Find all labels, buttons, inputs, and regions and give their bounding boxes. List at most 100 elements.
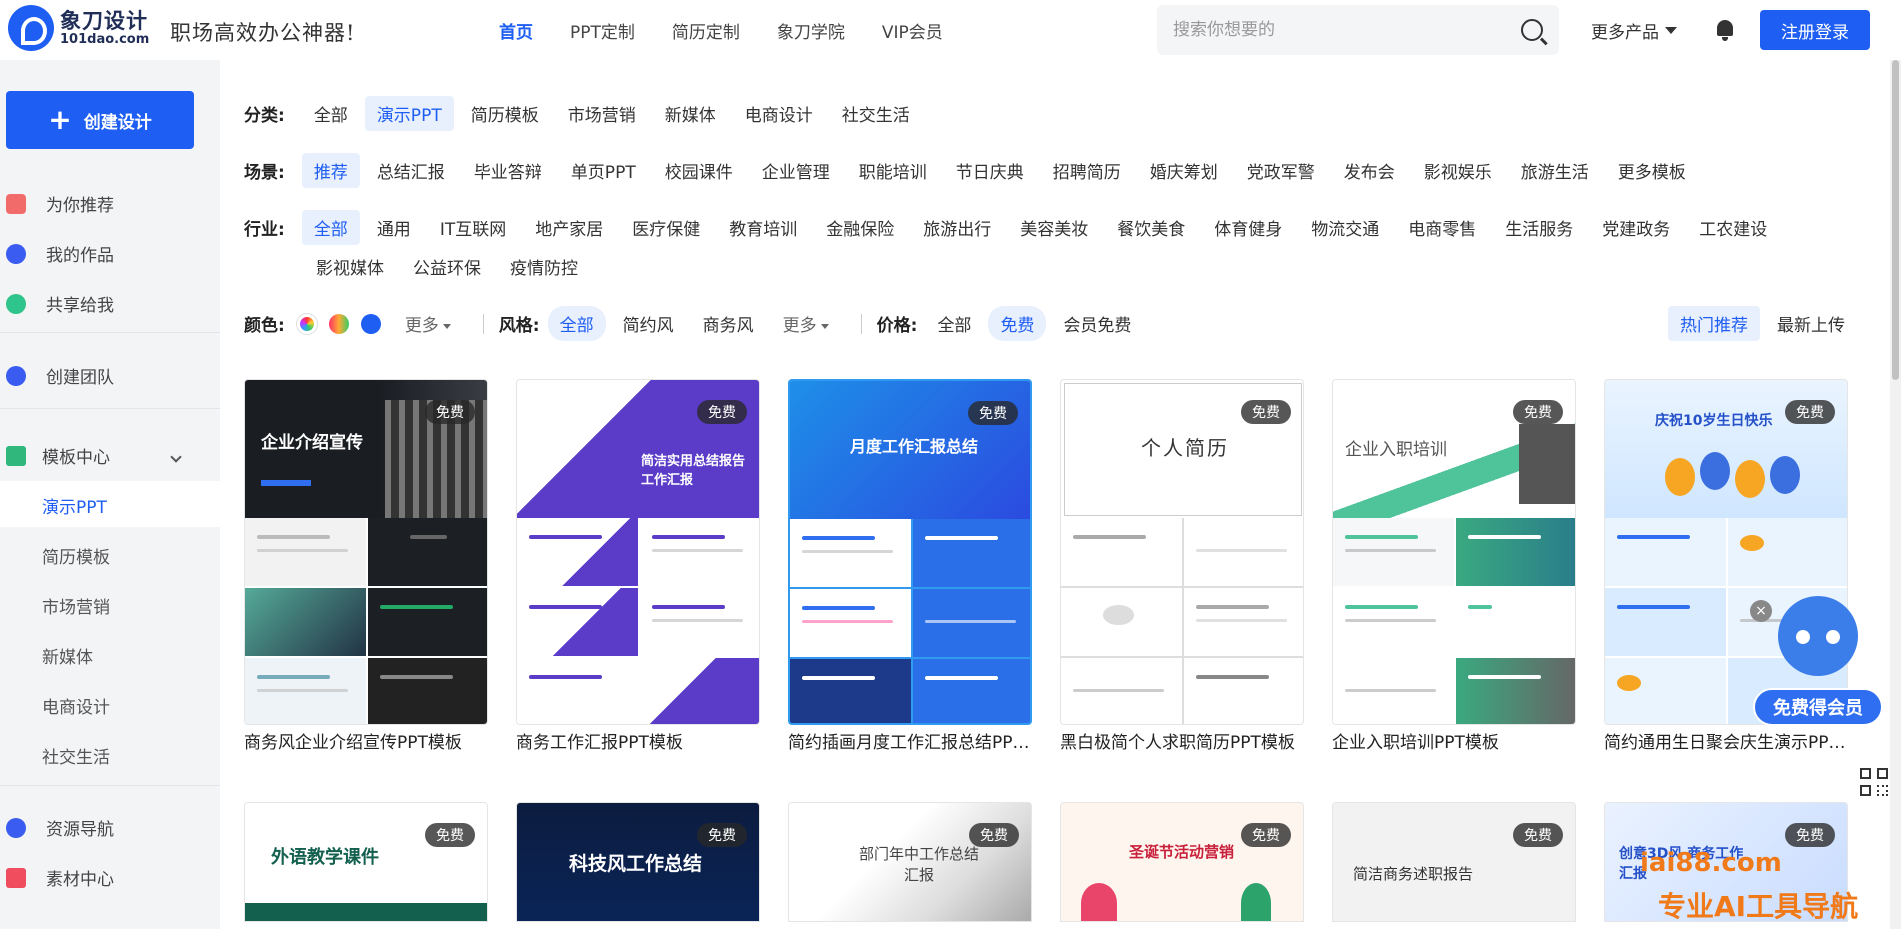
nav-home[interactable]: 首页	[499, 18, 533, 43]
scene-tag[interactable]: 推荐	[301, 153, 360, 188]
login-button[interactable]: 注册登录	[1760, 10, 1870, 50]
sidebar-sub-new-media[interactable]: 新媒体	[42, 643, 93, 668]
category-tag[interactable]: 简历模板	[459, 96, 551, 131]
template-thumbnail[interactable]: 免费 月度工作汇报总结	[788, 379, 1032, 725]
sidebar-sub-resume[interactable]: 简历模板	[42, 543, 110, 568]
template-title[interactable]: 商务风企业介绍宣传PPT模板	[244, 728, 488, 753]
search-icon[interactable]	[1521, 19, 1543, 41]
template-title[interactable]: 商务工作汇报PPT模板	[516, 728, 760, 753]
template-card[interactable]: 免费 圣诞节活动营销	[1060, 802, 1304, 922]
template-title[interactable]: 企业入职培训PPT模板	[1332, 728, 1576, 753]
template-card[interactable]: 免费 月度工作汇报总结 简约插画月度工作汇报总结PPT模板	[788, 379, 1032, 753]
sidebar-item-materials[interactable]: 素材中心	[6, 865, 114, 890]
free-vip-button[interactable]: 免费得会员	[1753, 688, 1883, 726]
category-tag[interactable]: 社交生活	[830, 96, 922, 131]
nav-academy[interactable]: 象刀学院	[777, 18, 845, 43]
template-thumbnail[interactable]: 免费 企业介绍宣传	[244, 379, 488, 725]
industry-tag[interactable]: 工农建设	[1687, 210, 1779, 245]
sidebar-sub-ecommerce[interactable]: 电商设计	[42, 693, 110, 718]
industry-tag[interactable]: 教育培训	[717, 210, 809, 245]
scene-tag[interactable]: 党政军警	[1235, 153, 1327, 188]
template-card[interactable]: 免费 企业介绍宣传 商务风企业介绍宣传PPT模板	[244, 379, 488, 753]
category-tag[interactable]: 全部	[302, 96, 360, 131]
industry-tag[interactable]: IT互联网	[428, 210, 518, 245]
template-thumbnail[interactable]: 免费 企业入职培训	[1332, 379, 1576, 725]
sidebar-item-recommend[interactable]: 为你推荐	[6, 191, 114, 216]
industry-tag[interactable]: 物流交通	[1299, 210, 1391, 245]
style-tag[interactable]: 全部	[547, 306, 606, 341]
category-tag[interactable]: 演示PPT	[364, 96, 454, 131]
color-more[interactable]: 更多	[393, 306, 463, 341]
sidebar-item-create-team[interactable]: 创建团队	[6, 363, 114, 388]
scene-tag[interactable]: 婚庆筹划	[1138, 153, 1230, 188]
scene-tag[interactable]: 职能培训	[847, 153, 939, 188]
color-gradient-icon[interactable]	[328, 313, 349, 334]
template-card[interactable]: 免费 企业入职培训 企业入职培训PPT模板	[1332, 379, 1576, 753]
more-products-dropdown[interactable]: 更多产品	[1591, 18, 1677, 43]
scrollbar-thumb[interactable]	[1892, 60, 1899, 380]
industry-tag[interactable]: 餐饮美食	[1105, 210, 1197, 245]
industry-tag[interactable]: 通用	[365, 210, 423, 245]
industry-tag[interactable]: 全部	[301, 210, 360, 245]
category-tag[interactable]: 新媒体	[653, 96, 728, 131]
sidebar-sub-ppt[interactable]: 演示PPT	[42, 493, 107, 518]
industry-tag[interactable]: 公益环保	[401, 249, 493, 284]
close-icon[interactable]: ×	[1750, 600, 1772, 622]
style-tag[interactable]: 简约风	[611, 306, 686, 341]
sort-latest[interactable]: 最新上传	[1765, 306, 1857, 341]
create-design-button[interactable]: + 创建设计	[6, 91, 194, 149]
price-tag[interactable]: 免费	[988, 306, 1047, 341]
sidebar-sub-marketing[interactable]: 市场营销	[42, 593, 110, 618]
industry-tag[interactable]: 电商零售	[1396, 210, 1488, 245]
color-rainbow-icon[interactable]	[296, 313, 317, 334]
page-scrollbar[interactable]	[1890, 60, 1901, 929]
sidebar-item-resource-nav[interactable]: 资源导航	[6, 815, 114, 840]
industry-tag[interactable]: 美容美妆	[1008, 210, 1100, 245]
scene-tag[interactable]: 发布会	[1332, 153, 1407, 188]
bell-icon[interactable]	[1715, 18, 1735, 42]
sidebar-item-shared[interactable]: 共享给我	[6, 291, 114, 316]
scene-tag[interactable]: 企业管理	[750, 153, 842, 188]
scene-tag[interactable]: 单页PPT	[559, 153, 648, 188]
template-thumbnail[interactable]: 免费 科技风工作总结	[516, 802, 760, 922]
industry-tag[interactable]: 地产家居	[523, 210, 615, 245]
industry-tag[interactable]: 医疗保健	[620, 210, 712, 245]
industry-tag[interactable]: 影视媒体	[304, 249, 396, 284]
industry-tag[interactable]: 旅游出行	[911, 210, 1003, 245]
category-tag[interactable]: 电商设计	[733, 96, 825, 131]
scene-tag[interactable]: 影视娱乐	[1412, 153, 1504, 188]
style-tag[interactable]: 商务风	[691, 306, 766, 341]
template-card[interactable]: 免费 个人简历 黑白极简个人求职简历PPT模板	[1060, 379, 1304, 753]
template-thumbnail[interactable]: 免费 外语教学课件	[244, 802, 488, 922]
logo[interactable]: 象刀设计 101dao.com	[8, 5, 149, 51]
qr-code-icon[interactable]	[1860, 768, 1890, 798]
style-more[interactable]: 更多	[771, 306, 841, 341]
template-thumbnail[interactable]: 免费 部门年中工作总结汇报	[788, 802, 1032, 922]
template-thumbnail[interactable]: 免费 个人简历	[1060, 379, 1304, 725]
scene-tag[interactable]: 更多模板	[1606, 153, 1698, 188]
category-tag[interactable]: 市场营销	[556, 96, 648, 131]
template-card[interactable]: 免费 简洁商务述职报告	[1332, 802, 1576, 922]
sort-hot[interactable]: 热门推荐	[1668, 306, 1760, 341]
template-card[interactable]: 免费 外语教学课件	[244, 802, 488, 922]
sidebar-item-my-works[interactable]: 我的作品	[6, 241, 114, 266]
chevron-down-icon[interactable]	[170, 451, 182, 463]
template-card[interactable]: 免费 科技风工作总结	[516, 802, 760, 922]
industry-tag[interactable]: 疫情防控	[498, 249, 590, 284]
template-thumbnail[interactable]: 免费 简洁实用总结报告 工作汇报	[516, 379, 760, 725]
price-tag[interactable]: 会员免费	[1051, 306, 1143, 341]
scene-tag[interactable]: 旅游生活	[1509, 153, 1601, 188]
sidebar-sub-social[interactable]: 社交生活	[42, 743, 110, 768]
nav-resume-custom[interactable]: 简历定制	[672, 18, 740, 43]
industry-tag[interactable]: 生活服务	[1493, 210, 1585, 245]
template-card[interactable]: 免费 简洁实用总结报告 工作汇报 商务工作汇报PPT模板	[516, 379, 760, 753]
scene-tag[interactable]: 毕业答辩	[462, 153, 554, 188]
scene-tag[interactable]: 总结汇报	[365, 153, 457, 188]
industry-tag[interactable]: 体育健身	[1202, 210, 1294, 245]
template-card[interactable]: 免费 部门年中工作总结汇报	[788, 802, 1032, 922]
template-thumbnail[interactable]: 免费 简洁商务述职报告	[1332, 802, 1576, 922]
color-blue-icon[interactable]	[360, 313, 381, 334]
industry-tag[interactable]: 党建政务	[1590, 210, 1682, 245]
price-tag[interactable]: 全部	[925, 306, 983, 341]
vip-float-widget[interactable]: 免费得会员 ×	[1750, 590, 1890, 745]
